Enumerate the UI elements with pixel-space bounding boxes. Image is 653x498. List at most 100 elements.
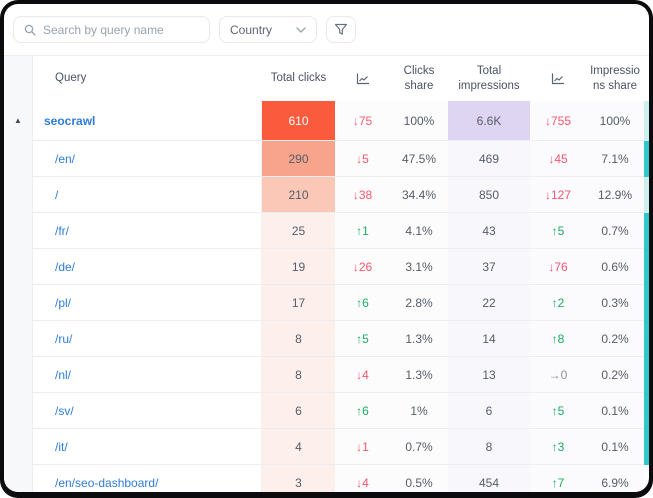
query-link[interactable]: / <box>55 188 58 202</box>
expand-toggle[interactable] <box>4 357 33 393</box>
impressions-trend-cell: ↑5 <box>530 213 586 249</box>
query-link[interactable]: /de/ <box>55 260 75 274</box>
clicks-share-cell: 4.1% <box>390 213 448 249</box>
expand-toggle[interactable] <box>4 249 33 285</box>
query-cell: /ru/ <box>33 321 262 357</box>
country-select-label: Country <box>230 23 272 37</box>
clicks-share-cell: 0.5% <box>390 465 448 492</box>
search-icon <box>24 24 36 36</box>
clicks-share-cell: 2.8% <box>390 285 448 321</box>
total-impressions-cell: 6 <box>448 393 530 429</box>
impressions-trend-cell: ↓76 <box>530 249 586 285</box>
column-header-total-clicks[interactable]: Total clicks <box>262 56 335 101</box>
query-cell: /pl/ <box>33 285 262 321</box>
query-cell: /nl/ <box>33 357 262 393</box>
impressions-trend-cell: ↓127 <box>530 177 586 213</box>
total-clicks-cell: 210 <box>262 177 335 213</box>
table-header-row: Query Total clicks Clicks share Total im… <box>4 56 649 101</box>
total-clicks-cell: 8 <box>262 357 335 393</box>
row-accent-bar <box>644 285 649 321</box>
row-accent-bar <box>644 429 649 465</box>
impressions-trend-cell: ↓45 <box>530 141 586 177</box>
clicks-trend-cell: ↑6 <box>335 285 390 321</box>
query-link[interactable]: /nl/ <box>55 368 71 382</box>
query-cell: seocrawl <box>33 101 262 141</box>
query-cell: /sv/ <box>33 393 262 429</box>
row-accent-bar <box>644 321 649 357</box>
total-impressions-cell: 14 <box>448 321 530 357</box>
expand-toggle[interactable] <box>4 465 33 492</box>
total-impressions-cell: 13 <box>448 357 530 393</box>
filter-button[interactable] <box>326 16 356 43</box>
impressions-share-cell: 0.2% <box>586 357 644 393</box>
search-placeholder: Search by query name <box>43 23 164 37</box>
table-row[interactable]: /nl/ 8 ↓4 1.3% 13 →0 0.2% <box>4 357 649 393</box>
total-clicks-cell: 610 <box>262 101 335 141</box>
header-accent-column <box>644 56 649 101</box>
app-card: Search by query name Country Query Total… <box>4 4 649 492</box>
clicks-trend-cell: ↓1 <box>335 429 390 465</box>
clicks-trend-cell: ↑5 <box>335 321 390 357</box>
table-row[interactable]: /pl/ 17 ↑6 2.8% 22 ↑2 0.3% <box>4 285 649 321</box>
table-row[interactable]: /sv/ 6 ↑6 1% 6 ↑5 0.1% <box>4 393 649 429</box>
toolbar: Search by query name Country <box>4 4 649 55</box>
column-header-total-impressions[interactable]: Total impressions <box>448 56 530 101</box>
total-impressions-cell: 37 <box>448 249 530 285</box>
row-accent-bar <box>644 465 649 492</box>
column-header-impressions-trend[interactable] <box>530 56 586 101</box>
query-link[interactable]: /en/seo-dashboard/ <box>55 476 158 490</box>
expand-toggle[interactable] <box>4 429 33 465</box>
impressions-share-cell: 0.2% <box>586 321 644 357</box>
total-clicks-cell: 4 <box>262 429 335 465</box>
expand-toggle[interactable] <box>4 393 33 429</box>
total-clicks-cell: 25 <box>262 213 335 249</box>
clicks-share-cell: 34.4% <box>390 177 448 213</box>
country-select[interactable]: Country <box>219 16 317 43</box>
query-link[interactable]: /en/ <box>55 152 75 166</box>
query-link[interactable]: seocrawl <box>44 114 95 128</box>
clicks-trend-cell: ↓26 <box>335 249 390 285</box>
clicks-trend-cell: ↓4 <box>335 357 390 393</box>
column-header-query[interactable]: Query <box>33 56 262 101</box>
impressions-share-cell: 6.9% <box>586 465 644 492</box>
expand-toggle[interactable] <box>4 177 33 213</box>
query-link[interactable]: /ru/ <box>55 332 72 346</box>
impressions-trend-cell: →0 <box>530 357 586 393</box>
table-row[interactable]: ▲ seocrawl 610 ↓75 100% 6.6K ↓755 100% <box>4 101 649 141</box>
query-link[interactable]: /it/ <box>55 440 68 454</box>
clicks-trend-cell: ↓75 <box>335 101 390 141</box>
column-header-clicks-share[interactable]: Clicks share <box>390 56 448 101</box>
row-accent-bar <box>644 393 649 429</box>
table-row[interactable]: /fr/ 25 ↑1 4.1% 43 ↑5 0.7% <box>4 213 649 249</box>
total-impressions-cell: 8 <box>448 429 530 465</box>
table-row[interactable]: /en/seo-dashboard/ 3 ↓4 0.5% 454 ↑7 6.9% <box>4 465 649 492</box>
query-cell: /it/ <box>33 429 262 465</box>
expand-toggle[interactable] <box>4 321 33 357</box>
expand-toggle[interactable] <box>4 141 33 177</box>
expand-toggle[interactable]: ▲ <box>4 101 33 141</box>
table-row[interactable]: /ru/ 8 ↑5 1.3% 14 ↑8 0.2% <box>4 321 649 357</box>
impressions-share-cell: 7.1% <box>586 141 644 177</box>
query-link[interactable]: /pl/ <box>55 296 71 310</box>
impressions-trend-cell: ↑2 <box>530 285 586 321</box>
clicks-share-cell: 3.1% <box>390 249 448 285</box>
row-accent-bar <box>644 213 649 249</box>
expand-toggle[interactable] <box>4 285 33 321</box>
table-row[interactable]: / 210 ↓38 34.4% 850 ↓127 12.9% <box>4 177 649 213</box>
total-impressions-cell: 22 <box>448 285 530 321</box>
total-clicks-cell: 6 <box>262 393 335 429</box>
query-link[interactable]: /sv/ <box>55 404 74 418</box>
search-input[interactable]: Search by query name <box>13 16 210 43</box>
table-row[interactable]: /de/ 19 ↓26 3.1% 37 ↓76 0.6% <box>4 249 649 285</box>
column-header-clicks-trend[interactable] <box>335 56 390 101</box>
total-impressions-cell: 850 <box>448 177 530 213</box>
column-header-impressions-share[interactable]: Impressions share <box>586 56 644 101</box>
table-row[interactable]: /en/ 290 ↓5 47.5% 469 ↓45 7.1% <box>4 141 649 177</box>
query-link[interactable]: /fr/ <box>55 224 69 238</box>
collapse-caret-icon[interactable]: ▲ <box>14 117 22 125</box>
expand-toggle[interactable] <box>4 213 33 249</box>
total-impressions-cell: 454 <box>448 465 530 492</box>
table-row[interactable]: /it/ 4 ↓1 0.7% 8 ↑3 0.1% <box>4 429 649 465</box>
device-frame: Search by query name Country Query Total… <box>0 0 653 498</box>
clicks-share-cell: 47.5% <box>390 141 448 177</box>
